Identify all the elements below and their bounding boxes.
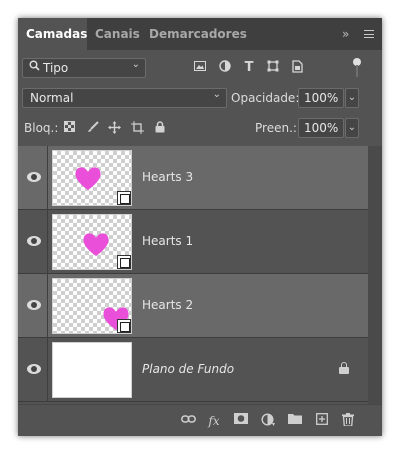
new-group-icon[interactable] [287,413,303,429]
filter-type-select[interactable]: Tipo ⌄ [22,58,146,78]
layer-row[interactable]: Hearts 1 [18,210,368,274]
eye-icon[interactable] [27,236,41,246]
layers-list: Hearts 3 Hearts 1 Hearts 2 Plano de Fund… [18,146,382,404]
opacity-label: Opacidade: [231,91,300,105]
layers-panel: Camadas Canais Demarcadores » Tipo ⌄ T N… [18,18,382,436]
eye-icon[interactable] [27,300,41,310]
layer-thumbnail [52,214,132,270]
layer-name: Hearts 2 [142,298,194,312]
smart-object-icon [117,255,131,269]
layer-thumbnail [52,278,132,334]
chevron-down-icon: ⌄ [131,59,140,70]
lock-transparent-icon[interactable] [62,121,76,135]
new-layer-icon[interactable] [314,413,330,429]
lock-image-icon[interactable] [86,121,100,135]
tab-camadas[interactable]: Camadas [18,18,87,50]
lock-position-icon[interactable] [107,121,121,135]
heart-icon [75,167,101,190]
type-filter-icon[interactable]: T [241,60,257,76]
lock-artboard-icon[interactable] [130,121,144,135]
fill-input[interactable]: 100% [298,118,344,138]
eye-icon[interactable] [27,364,41,374]
panel-menu-icon[interactable] [360,18,378,50]
adjustment-layer-icon[interactable] [260,413,276,429]
tab-bar: Camadas Canais Demarcadores » [18,18,382,50]
filter-toggle-switch[interactable] [353,58,361,78]
layer-name: Plano de Fundo [142,362,235,376]
blend-mode-select[interactable]: Normal ⌄ [22,88,227,108]
layer-thumbnail [52,342,132,398]
heart-icon [83,233,109,256]
lock-label: Bloq.: [24,121,59,135]
adjustment-filter-icon[interactable] [217,60,233,76]
smart-object-filter-icon[interactable] [289,60,305,76]
layer-name: Hearts 3 [142,170,194,184]
smart-object-icon [117,319,131,333]
layer-name: Hearts 1 [142,234,194,248]
pixel-filter-icon[interactable] [192,60,208,76]
shape-filter-icon[interactable] [265,60,281,76]
add-mask-icon[interactable] [233,413,249,429]
layer-row[interactable]: Hearts 2 [18,274,368,338]
search-icon [29,60,40,74]
eye-icon[interactable] [27,172,41,182]
bottom-toolbar: fx [18,404,382,436]
lock-all-icon[interactable] [153,121,167,135]
layer-thumbnail [52,150,132,206]
layer-row[interactable]: Plano de Fundo [18,338,368,402]
opacity-dropdown-icon[interactable]: ⌄ [345,88,359,108]
fx-icon[interactable]: fx [206,413,222,429]
chevron-down-icon: ⌄ [212,89,221,100]
filter-type-label: Tipo [43,61,69,75]
blend-mode-value: Normal [30,91,74,105]
fill-label: Preen.: [255,121,297,135]
tab-canais[interactable]: Canais [87,18,141,50]
link-layers-icon[interactable] [180,413,196,429]
scrollbar[interactable] [368,146,382,404]
layer-row[interactable]: Hearts 3 [18,146,368,210]
tab-demarcadores[interactable]: Demarcadores [141,18,247,50]
smart-object-icon [117,191,131,205]
collapse-chevrons-icon[interactable]: » [342,18,349,50]
fill-dropdown-icon[interactable]: ⌄ [345,118,359,138]
opacity-input[interactable]: 100% [298,88,344,108]
lock-icon[interactable] [339,362,349,374]
delete-icon[interactable] [340,413,356,429]
